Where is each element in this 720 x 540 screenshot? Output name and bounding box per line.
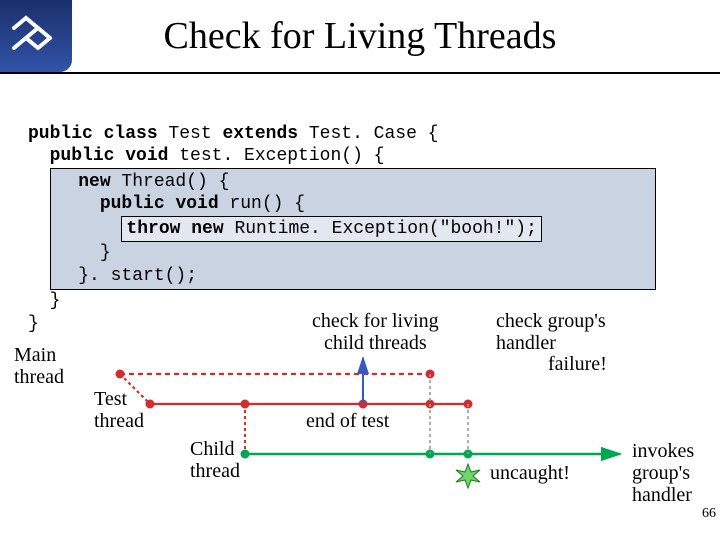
label-failure: failure! xyxy=(548,353,607,375)
label-test-thread: Test thread xyxy=(94,388,144,432)
label-uncaught: uncaught! xyxy=(490,462,570,484)
institution-logo xyxy=(0,0,72,72)
label-end-of-test: end of test xyxy=(306,410,389,432)
slide-title: Check for Living Threads xyxy=(72,14,720,58)
code-block: public class Test extends Test. Case { p… xyxy=(28,100,692,335)
label-invokes: invokes group's handler xyxy=(632,440,694,506)
label-main-thread: Main thread xyxy=(14,344,64,388)
kw: public class xyxy=(28,124,158,144)
label-check-living: check for living child threads xyxy=(312,310,439,354)
code-highlight-outer: new Thread() { public void run() { throw… xyxy=(50,168,656,291)
page-number: 66 xyxy=(702,506,716,522)
label-child-thread: Child thread xyxy=(190,438,240,482)
label-check-group: check group's handler xyxy=(496,310,606,354)
code-highlight-inner: throw new Runtime. Exception("booh!"); xyxy=(121,216,541,243)
